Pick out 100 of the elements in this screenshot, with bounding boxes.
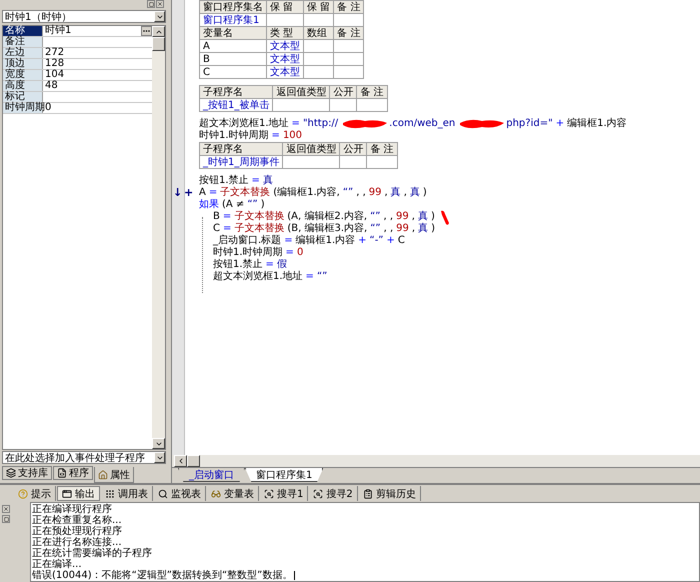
log-line: 正在统计需要编译的子程序 [32,548,152,559]
code-token: , [412,223,416,235]
property-name[interactable]: 左边 [3,48,43,58]
restore-button[interactable] [147,0,155,8]
code-token: (编辑框1.内容, [273,187,340,199]
close-button[interactable] [2,505,10,513]
log-line: 正在检查重复名称... [32,515,122,526]
editor-tab[interactable]: 窗口程序集1 [245,468,324,482]
code-token: = [266,259,274,270]
column-header: 公开 [330,86,357,98]
table-cell: _时钟1_周期事件 [200,156,283,168]
code-token: + [358,235,367,247]
panel-tab[interactable]: 支持库 [2,466,52,480]
code-token: (A ≠ [222,199,244,210]
table-cell: A [200,40,266,52]
code-token: ) [431,223,435,235]
find-icon [313,488,324,498]
property-name[interactable]: 备注 [3,37,43,47]
event-selector[interactable]: 在此处选择加入事件处理子程序 [2,451,166,464]
code-token: “” [370,223,381,235]
column-header: 变量名 [200,26,266,40]
log-line: 正在编译现行程序 [32,504,112,515]
code-token: 子文本替换 [234,211,284,222]
panel-tab[interactable]: 程序 [53,466,93,480]
scroll-thumb[interactable] [187,455,200,467]
property-value[interactable]: 48 [43,81,58,91]
column-header: 返回值类型 [282,142,340,156]
property-value[interactable]: 时钟1 [43,26,72,36]
code-token: 编辑框1.内容 [296,235,356,247]
log-line: 正在进行名称连接... [32,537,122,548]
column-header: 公开 [340,142,367,156]
property-name[interactable]: 名称 [3,26,43,36]
property-name[interactable]: 标记 [3,92,43,102]
column-header: 子程序名 [200,142,283,156]
code-token: , , [383,211,394,223]
gutter-marker[interactable]: + [184,187,194,199]
code-token: , , [356,187,366,199]
code-token: 如果 [199,199,219,211]
property-value[interactable]: 272 [43,48,64,58]
code-token: 100 [282,130,302,142]
log-line: 正在预处理现行程序 [32,526,122,537]
code-token: 时钟1.时钟周期 [213,247,283,258]
code-token: 按钮1.禁止 [213,259,263,270]
table-cell: B [200,52,266,66]
code-token: “” [370,211,380,223]
property-name[interactable]: 顶边 [3,59,43,69]
redaction-mark [341,118,390,130]
property-name[interactable]: 时钟周期 [3,103,43,113]
restore-button[interactable] [2,515,10,523]
table-cell: 文本型 [266,66,304,78]
column-header: 保 留 [304,0,334,14]
scroll-thumb[interactable] [152,37,165,51]
property-value[interactable]: 104 [43,70,64,80]
code-token: 99 [396,211,409,223]
code-token: 真 [418,211,428,222]
dropdown-button[interactable] [154,11,165,22]
code-token: 按钮1.禁止 [199,175,249,186]
output-tab[interactable]: 输出 [57,486,100,501]
property-value[interactable]: 0 [43,103,52,113]
ellipsis-button[interactable] [141,26,152,36]
redaction-mark [458,118,506,130]
object-selector[interactable]: 时钟1（时钟） [2,10,166,23]
code-token: C [213,223,220,234]
code-token: 子文本替换 [220,187,270,199]
property-name[interactable]: 高度 [3,81,43,91]
code-token: = [208,187,218,199]
code-token: 超文本浏览框1.地址 [213,271,303,283]
code-token: 真 [390,187,401,199]
table-cell: _按钮1_被单击 [200,98,273,112]
dropdown-button[interactable] [154,452,165,463]
scroll-left-button[interactable] [174,455,187,467]
house-icon [98,470,108,480]
property-name[interactable]: 宽度 [3,70,43,80]
code-token: A [199,187,206,199]
code-token: , [384,187,388,199]
code-token: ) [260,199,265,210]
column-header: 类 型 [266,26,304,40]
code-token: 编辑框1.内容 [567,118,627,130]
code-token: “” [316,271,328,283]
close-button[interactable] [156,0,164,8]
code-token: (B, 编辑框3.内容, [287,223,368,234]
gutter-marker[interactable]: ↓ [173,187,182,199]
code-token: = [306,271,314,283]
property-value[interactable]: 128 [43,59,64,69]
scrollbar[interactable] [152,26,165,449]
restore-icon [4,516,8,522]
column-header: 返回值类型 [272,86,330,98]
column-header: 备 注 [366,142,398,156]
table-cell: 窗口程序集1 [200,14,266,26]
column-header: 窗口程序集名 [200,0,266,14]
table-cell [272,98,330,112]
code-token: + [386,235,395,247]
grid-icon [105,488,115,498]
text-cursor [294,571,296,580]
editor-tab[interactable]: _启动窗口 [178,468,245,482]
glasses-icon [211,488,221,498]
window-icon [62,488,72,498]
panel-tab[interactable]: 属性 [94,467,134,483]
code-token: = [284,235,293,247]
table-cell: C [200,66,266,78]
